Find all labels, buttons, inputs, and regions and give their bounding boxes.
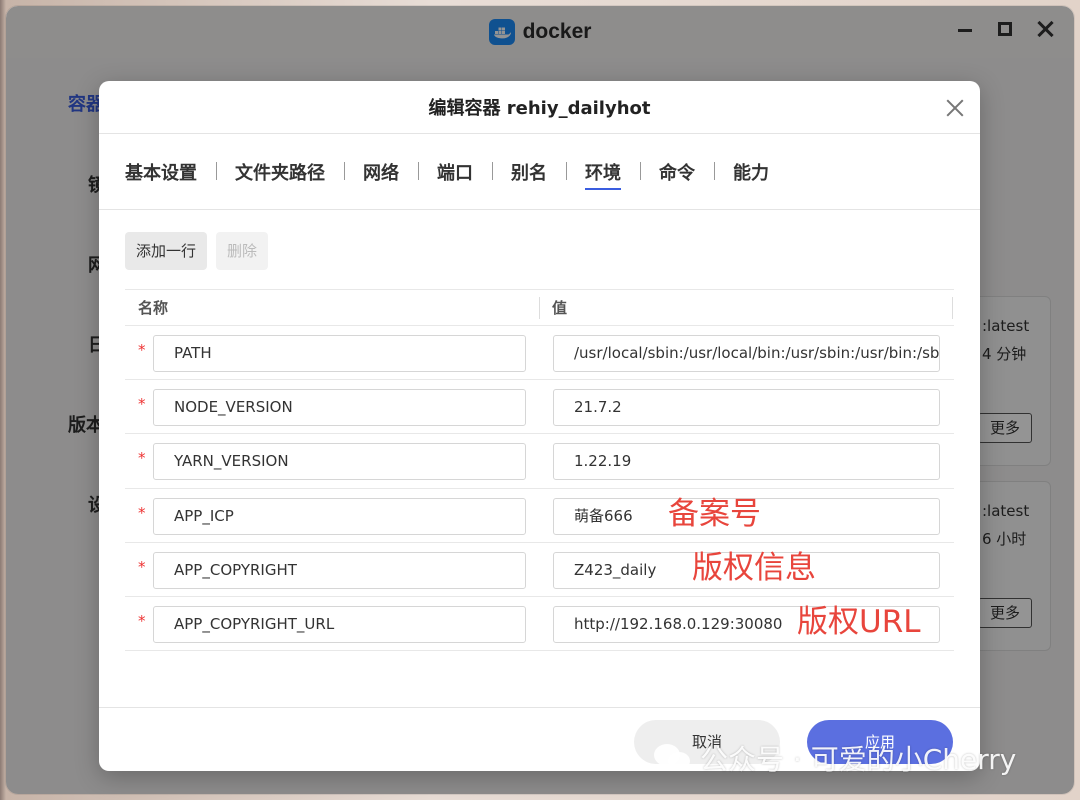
annotation-label: 版权URL <box>797 603 921 640</box>
tab-label: 文件夹路径 <box>235 162 325 184</box>
required-marker: * <box>138 341 146 359</box>
env-name-field[interactable]: APP_COPYRIGHT_URL <box>153 605 526 643</box>
table-row: * APP_COPYRIGHT_URL http://192.168.0.129… <box>125 597 954 652</box>
required-marker: * <box>138 395 146 414</box>
wechat-icon <box>654 742 692 774</box>
dialog-header: 编辑容器 rehiy_dailyhot <box>99 81 980 133</box>
table-row: * PATH /usr/local/sbin:/usr/local/bin:/u… <box>125 326 954 381</box>
tab-label: 网络 <box>363 162 399 184</box>
tab-command[interactable]: 命令 <box>640 159 714 185</box>
required-marker: * <box>138 557 146 576</box>
required-marker: * <box>138 503 146 522</box>
env-value-field[interactable]: 1.22.19 <box>553 443 940 481</box>
env-name-field[interactable]: NODE_VERSION <box>153 389 526 427</box>
column-header-value: 值 <box>552 299 568 317</box>
delete-button[interactable]: 删除 <box>216 232 269 270</box>
env-value-field[interactable]: 21.7.2 <box>553 389 940 427</box>
env-name-field[interactable]: PATH <box>153 335 526 372</box>
column-header-name: 名称 <box>138 299 169 317</box>
tab-label: 环境 <box>585 162 621 190</box>
env-table: 名称 值 * PATH /usr/local/sbin:/usr/local/b… <box>125 289 954 652</box>
table-row: * APP_COPYRIGHT Z423_daily 版权信息 <box>125 543 954 597</box>
tab-network[interactable]: 网络 <box>344 159 418 185</box>
tab-label: 端口 <box>437 162 473 184</box>
env-toolbar: 添加一行 删除 <box>99 210 980 270</box>
tab-basic-settings[interactable]: 基本设置 <box>125 159 216 185</box>
tab-label: 基本设置 <box>125 162 197 184</box>
column-separator <box>539 297 540 319</box>
watermark: 公众号 · 可爱的小Cherry <box>654 738 1016 778</box>
watermark-text: 公众号 · 可爱的小Cherry <box>700 743 1017 776</box>
env-name-field[interactable]: YARN_VERSION <box>153 443 526 481</box>
tab-label: 别名 <box>511 162 547 184</box>
env-name-field[interactable]: APP_COPYRIGHT <box>153 551 526 589</box>
tab-alias[interactable]: 别名 <box>492 159 566 185</box>
close-icon[interactable] <box>946 99 964 117</box>
tab-label: 命令 <box>659 162 695 184</box>
tab-folder-paths[interactable]: 文件夹路径 <box>216 159 344 185</box>
add-row-button[interactable]: 添加一行 <box>125 232 208 270</box>
annotation-label: 版权信息 <box>692 549 816 586</box>
required-marker: * <box>138 449 146 468</box>
tab-environment[interactable]: 环境 <box>566 159 640 190</box>
tab-bar: 基本设置 文件夹路径 网络 端口 别名 环境 命令 能力 <box>99 134 980 209</box>
dialog-title: 编辑容器 rehiy_dailyhot <box>428 98 651 119</box>
required-marker: * <box>138 611 146 630</box>
column-separator <box>952 297 953 319</box>
edit-container-dialog: 编辑容器 rehiy_dailyhot 基本设置 文件夹路径 网络 端口 别名 … <box>99 81 980 771</box>
tab-ports[interactable]: 端口 <box>418 159 492 185</box>
env-name-field[interactable]: APP_ICP <box>153 497 526 535</box>
table-row: * NODE_VERSION 21.7.2 <box>125 380 954 435</box>
annotation-label: 备案号 <box>668 495 761 532</box>
tab-capabilities[interactable]: 能力 <box>714 159 788 185</box>
table-row: * YARN_VERSION 1.22.19 <box>125 434 954 489</box>
env-value-field[interactable]: /usr/local/sbin:/usr/local/bin:/usr/sbin… <box>553 335 940 372</box>
tab-label: 能力 <box>733 162 769 184</box>
table-row: * APP_ICP 萌备666 备案号 <box>125 489 954 543</box>
table-header: 名称 值 <box>125 289 954 326</box>
